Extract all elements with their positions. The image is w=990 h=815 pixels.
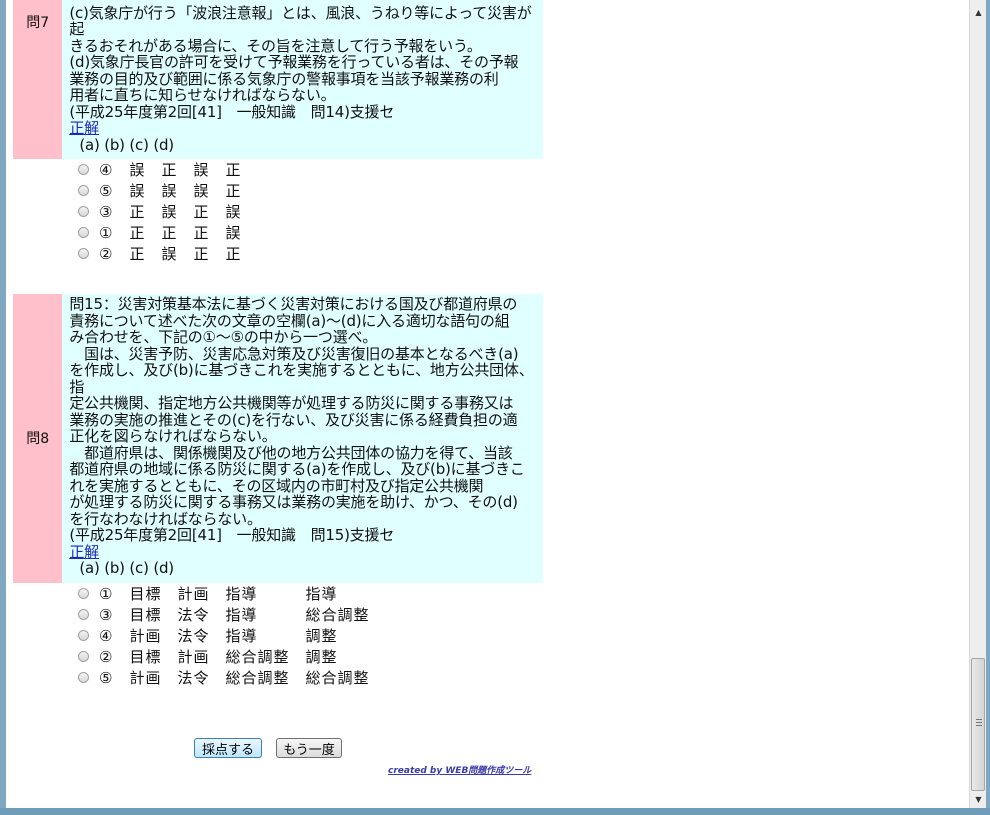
- question-8-number: 問8: [13, 294, 63, 583]
- radio-button[interactable]: [78, 630, 89, 641]
- radio-button[interactable]: [78, 672, 89, 683]
- q8-option[interactable]: ② 目標 計画 総合調整 調整: [78, 646, 369, 667]
- option-label: ① 目標 計画 指導 指導: [99, 585, 338, 603]
- scrollbar-thumb[interactable]: [971, 658, 985, 791]
- q7-text-line: 用者に直ちに知らせなければならない。: [69, 86, 336, 104]
- window-frame-bottom: [0, 808, 990, 815]
- q8-text-line: 問15：災害対策基本法に基づく災害対策における国及び都道府県の: [69, 295, 518, 313]
- q8-option[interactable]: ① 目標 計画 指導 指導: [78, 583, 369, 604]
- q8-text-line: (平成25年度第2回[41] 一般知識 問15)支援セ: [69, 526, 395, 544]
- radio-button[interactable]: [78, 651, 89, 662]
- question-8-columns: (a) (b) (c) (d): [79, 559, 174, 577]
- q7-text-line: (平成25年度第2回[41] 一般知識 問14)支援セ: [69, 102, 395, 121]
- credit-link[interactable]: created by WEB問題作成ツール: [388, 763, 531, 776]
- q7-option[interactable]: ② 正 誤 正 正: [78, 243, 241, 264]
- option-label: ③ 目標 法令 指導 総合調整: [99, 606, 370, 624]
- option-label: ② 正 誤 正 正: [99, 245, 242, 263]
- question-7-options: ④ 誤 正 誤 正 ⑤ 誤 誤 誤 正 ③ 正 誤 正 誤 ① 正 正 正 誤 ② 正 …: [78, 159, 241, 264]
- scroll-down-arrow-icon[interactable]: ▼: [970, 791, 987, 808]
- q7-option[interactable]: ③ 正 誤 正 誤: [78, 201, 241, 222]
- q8-text-line: を行なわなければならない。: [69, 509, 262, 528]
- radio-button[interactable]: [78, 588, 89, 599]
- q8-text-line: を作成し、及び(b)に基づきこれを実施するとともに、地方公共団体、指: [69, 361, 534, 396]
- question-8-options: ① 目標 計画 指導 指導 ③ 目標 法令 指導 総合調整 ④ 計画 法令 指導 調…: [78, 583, 369, 688]
- q8-text-line: 責務について述べた次の文章の空欄(a)～(d)に入る適切な語句の組: [69, 311, 510, 330]
- radio-button[interactable]: [78, 164, 89, 175]
- q7-option[interactable]: ④ 誤 正 誤 正: [78, 159, 241, 180]
- q7-text-line: 業務の目的及び範囲に係る気象庁の警報事項を当該予報業務の利: [69, 69, 499, 88]
- question-7-columns: (a) (b) (c) (d): [79, 135, 174, 154]
- q8-text-line: 定公共機関、指定地方公共機関等が処理する防災に関する事務又は: [69, 394, 514, 412]
- vertical-scrollbar[interactable]: ▲ ▼: [969, 0, 987, 808]
- option-label: ⑤ 誤 誤 誤 正: [99, 182, 242, 200]
- question-7-body: (c)気象庁が行う「波浪注意報」とは、風浪、うねり等によって災害が起 きるおそれが…: [62, 0, 543, 159]
- option-label: ③ 正 誤 正 誤: [99, 203, 242, 221]
- q8-text-line: が処理する防災に関する事務又は業務の実施を助け、かつ、その(d): [69, 493, 518, 511]
- question-8-answer-link[interactable]: 正解: [69, 543, 543, 561]
- q7-text-line: きるおそれがある場合に、その旨を注意して行う予報をいう。: [69, 36, 482, 55]
- question-7-number: 問7: [13, 0, 63, 159]
- q7-option[interactable]: ⑤ 誤 誤 誤 正: [78, 180, 241, 201]
- radio-button[interactable]: [78, 185, 89, 196]
- option-label: ① 正 正 正 誤: [99, 224, 242, 242]
- question-8-block: 問8 問15：災害対策基本法に基づく災害対策における国及び都道府県の 責務について…: [13, 294, 543, 583]
- q7-text-line: (d)気象庁長官の許可を受けて予報業務を行っている者は、その予報: [69, 53, 519, 71]
- scroll-up-arrow-icon[interactable]: ▲: [970, 4, 987, 21]
- q8-text-line: み合わせを、下記の①～⑤の中から一つ選べ。: [69, 328, 378, 346]
- radio-button[interactable]: [78, 248, 89, 259]
- q7-text-line: (c)気象庁が行う「波浪注意報」とは、風浪、うねり等によって災害が起: [69, 3, 532, 38]
- grade-button[interactable]: 採点する: [194, 738, 262, 758]
- q8-text-line: 業務の実施の推進とその(c)を行ない、及び災害に係る経費負担の適: [69, 410, 518, 429]
- q8-option[interactable]: ④ 計画 法令 指導 調整: [78, 625, 369, 646]
- option-label: ② 目標 計画 総合調整 調整: [99, 648, 338, 666]
- q8-text-line: 正化を図らなければならない。: [69, 427, 277, 445]
- question-8-body: 問15：災害対策基本法に基づく災害対策における国及び都道府県の 責務について述べた…: [62, 294, 543, 583]
- option-label: ④ 計画 法令 指導 調整: [99, 627, 338, 645]
- q8-text-line: れを実施するとともに、その区域内の市町村及び指定公共機関: [69, 476, 484, 495]
- window-frame-right: [986, 0, 990, 815]
- option-label: ④ 誤 正 誤 正: [99, 161, 242, 179]
- q8-option[interactable]: ③ 目標 法令 指導 総合調整: [78, 604, 369, 625]
- radio-button[interactable]: [78, 206, 89, 217]
- question-7-answer-link[interactable]: 正解: [69, 120, 543, 137]
- question-7-block: 問7 (c)気象庁が行う「波浪注意報」とは、風浪、うねり等によって災害が起 きるお…: [13, 0, 543, 159]
- radio-button[interactable]: [78, 609, 89, 620]
- radio-button[interactable]: [78, 227, 89, 238]
- option-label: ⑤ 計画 法令 総合調整 総合調整: [99, 669, 370, 687]
- page-content: 問7 (c)気象庁が行う「波浪注意報」とは、風浪、うねり等によって災害が起 きるお…: [6, 0, 969, 808]
- q7-option[interactable]: ① 正 正 正 誤: [78, 222, 241, 243]
- q8-option[interactable]: ⑤ 計画 法令 総合調整 総合調整: [78, 667, 369, 688]
- q8-text-line: 都道府県は、関係機関及び他の地方公共団体の協力を得て、当該: [69, 443, 513, 462]
- retry-button[interactable]: もう一度: [276, 738, 342, 758]
- q8-text-line: 国は、災害予防、災害応急対策及び災害復旧の基本となるべき(a): [69, 344, 519, 363]
- q8-text-line: 都道府県の地域に係る防災に関する(a)を作成し、及び(b)に基づきこ: [69, 460, 525, 478]
